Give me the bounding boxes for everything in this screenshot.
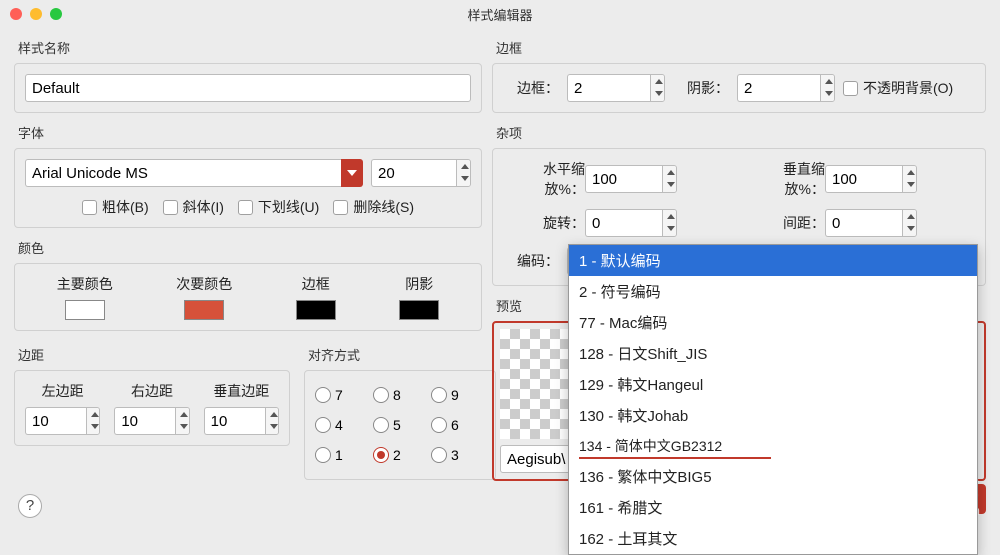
style-name-label: 样式名称 (18, 38, 482, 57)
margin-vert-stepper[interactable] (204, 407, 279, 435)
encoding-label: 编码： (503, 251, 559, 271)
scaley-stepper[interactable] (825, 165, 917, 193)
outline-color-swatch[interactable] (296, 300, 336, 320)
encoding-dropdown[interactable]: 1 - 默认编码 2 - 符号编码 77 - Mac编码 128 - 日文Shi… (568, 244, 978, 555)
font-family-select[interactable] (25, 159, 363, 187)
margin-left-label: 左边距 (25, 381, 100, 401)
encoding-option[interactable]: 129 - 韩文Hangeul (569, 369, 977, 400)
rotation-label: 旋转： (503, 213, 585, 233)
primary-color-swatch[interactable] (65, 300, 105, 320)
help-button[interactable]: ? (18, 494, 42, 518)
align-3[interactable]: 3 (431, 441, 485, 469)
underline-checkbox[interactable]: 下划线(U) (238, 197, 319, 217)
style-name-input[interactable] (25, 74, 471, 102)
align-1[interactable]: 1 (315, 441, 369, 469)
rotation-stepper[interactable] (585, 209, 677, 237)
margins-label: 边距 (18, 345, 290, 364)
margin-vert-label: 垂直边距 (204, 381, 279, 401)
border-outline-stepper[interactable] (567, 74, 665, 102)
titlebar: 样式编辑器 (0, 0, 1000, 28)
border-section-label: 边框 (496, 38, 986, 57)
opaque-bg-checkbox[interactable]: 不透明背景(O) (843, 78, 953, 98)
font-label: 字体 (18, 123, 482, 142)
scaley-label: 垂直缩放%： (743, 159, 825, 199)
primary-color-label: 主要颜色 (57, 274, 113, 294)
font-size-stepper[interactable] (371, 159, 471, 187)
alignment-grid: 7 8 9 4 5 6 1 2 3 (315, 381, 485, 469)
caret-down-icon[interactable] (457, 173, 470, 186)
scalex-label: 水平缩放%： (503, 159, 585, 199)
encoding-option[interactable]: 162 - 土耳其文 (569, 523, 977, 554)
align-label: 对齐方式 (308, 345, 496, 364)
encoding-option[interactable]: 128 - 日文Shift_JIS (569, 338, 977, 369)
spacing-stepper[interactable] (825, 209, 917, 237)
margin-right-stepper[interactable] (114, 407, 189, 435)
border-shadow-stepper[interactable] (737, 74, 835, 102)
encoding-option[interactable]: 161 - 希腊文 (569, 492, 977, 523)
margin-left-stepper[interactable] (25, 407, 100, 435)
secondary-color-swatch[interactable] (184, 300, 224, 320)
font-family-value[interactable] (25, 159, 341, 187)
bold-checkbox[interactable]: 粗体(B) (82, 197, 149, 217)
font-size-value[interactable] (371, 159, 456, 187)
align-7[interactable]: 7 (315, 381, 369, 409)
outline-color-label: 边框 (302, 274, 330, 294)
border-outline-label: 边框： (503, 78, 559, 98)
misc-section-label: 杂项 (496, 123, 986, 142)
encoding-option[interactable]: 2 - 符号编码 (569, 276, 977, 307)
align-4[interactable]: 4 (315, 411, 369, 439)
shadow-color-swatch[interactable] (399, 300, 439, 320)
encoding-option[interactable]: 130 - 韩文Johab (569, 400, 977, 431)
window-title: 样式编辑器 (0, 5, 1000, 24)
align-2[interactable]: 2 (373, 441, 427, 469)
align-5[interactable]: 5 (373, 411, 427, 439)
colors-label: 颜色 (18, 238, 482, 257)
encoding-option[interactable]: 136 - 繁体中文BIG5 (569, 461, 977, 492)
shadow-color-label: 阴影 (405, 274, 433, 294)
caret-up-icon[interactable] (457, 160, 470, 173)
align-6[interactable]: 6 (431, 411, 485, 439)
chevron-down-icon[interactable] (341, 159, 363, 187)
spacing-label: 间距： (743, 213, 825, 233)
align-8[interactable]: 8 (373, 381, 427, 409)
scalex-stepper[interactable] (585, 165, 677, 193)
annotation-underline (579, 457, 771, 459)
italic-checkbox[interactable]: 斜体(I) (163, 197, 224, 217)
strike-checkbox[interactable]: 删除线(S) (333, 197, 414, 217)
encoding-option[interactable]: 77 - Mac编码 (569, 307, 977, 338)
margin-right-label: 右边距 (114, 381, 189, 401)
secondary-color-label: 次要颜色 (176, 274, 232, 294)
encoding-option[interactable]: 1 - 默认编码 (569, 245, 977, 276)
encoding-option[interactable]: 134 - 简体中文GB2312 (569, 431, 977, 461)
align-9[interactable]: 9 (431, 381, 485, 409)
border-shadow-label: 阴影： (673, 78, 729, 98)
